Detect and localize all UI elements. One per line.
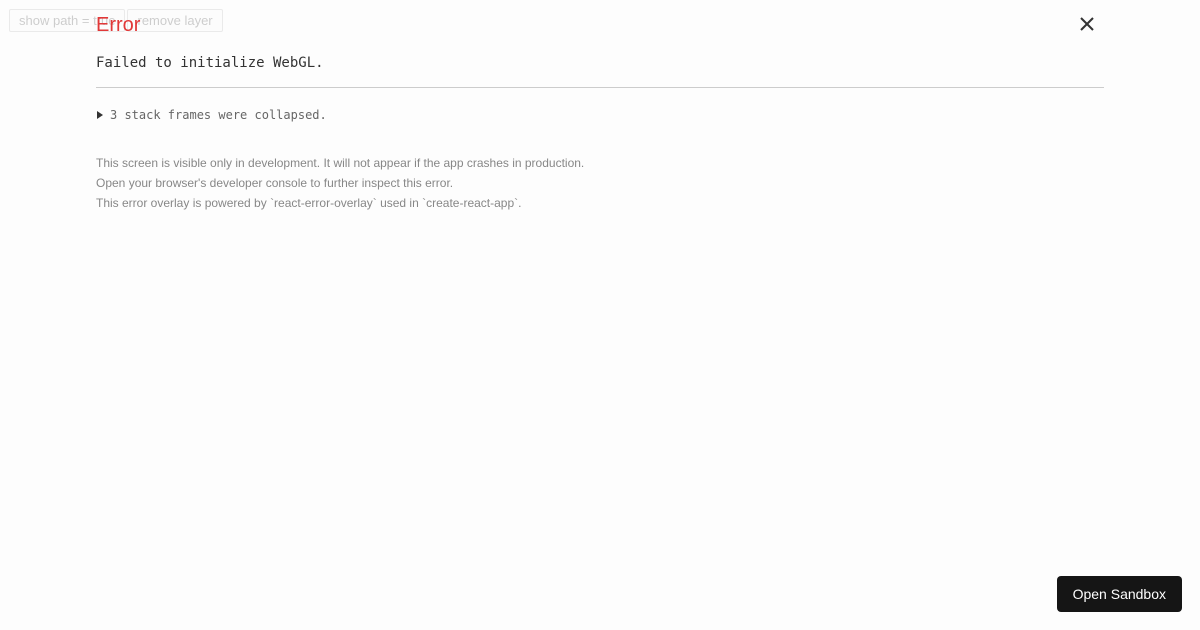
close-button[interactable] [1077, 14, 1097, 34]
stack-frames-toggle[interactable]: 3 stack frames were collapsed. [96, 108, 1104, 122]
error-overlay: Error Failed to initialize WebGL. 3 stac… [0, 0, 1200, 214]
error-title: Error [96, 14, 1104, 37]
stack-summary-text: 3 stack frames were collapsed. [110, 108, 327, 122]
close-icon [1080, 17, 1094, 31]
footer-line-2: Open your browser's developer console to… [96, 174, 1104, 192]
divider [96, 87, 1104, 88]
open-sandbox-button[interactable]: Open Sandbox [1057, 576, 1182, 612]
footer-line-1: This screen is visible only in developme… [96, 154, 1104, 172]
error-message: Failed to initialize WebGL. [96, 55, 1104, 71]
triangle-right-icon [96, 111, 104, 119]
error-footer: This screen is visible only in developme… [96, 154, 1104, 212]
footer-line-3: This error overlay is powered by `react-… [96, 194, 1104, 212]
